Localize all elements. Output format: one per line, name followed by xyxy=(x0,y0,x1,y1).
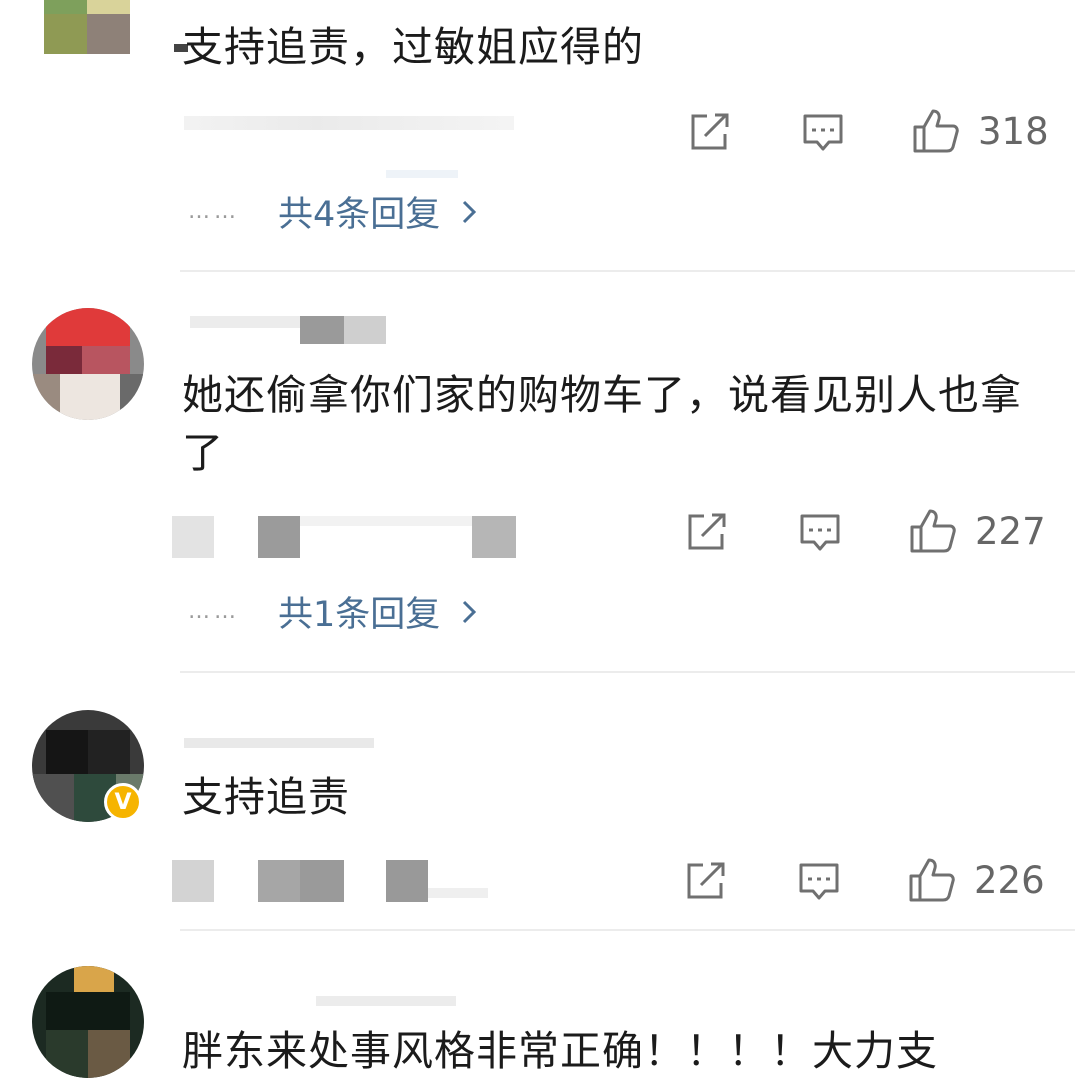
avatar[interactable] xyxy=(32,966,144,1078)
share-icon xyxy=(687,862,725,899)
share-button[interactable] xyxy=(689,112,731,152)
chevron-right-icon xyxy=(463,200,477,223)
replies-dots: …… xyxy=(188,599,240,624)
share-icon xyxy=(688,513,726,550)
view-replies-link[interactable]: 共1条回复 xyxy=(278,586,477,637)
replies-dots: …… xyxy=(188,199,240,224)
divider xyxy=(180,671,1075,673)
comment-text: 她还偷拿你们家的购物车了，说看见别人也拿了 xyxy=(182,371,1022,477)
comment-button[interactable] xyxy=(802,112,844,154)
divider xyxy=(180,929,1075,931)
share-icon xyxy=(691,113,729,150)
redacted-mark xyxy=(386,170,458,178)
replies-row: …… 共4条回复 xyxy=(188,186,477,237)
divider xyxy=(180,270,1075,272)
avatar[interactable] xyxy=(32,308,144,420)
comment-icon xyxy=(799,863,839,900)
thumbs-up-icon xyxy=(910,509,956,553)
like-button[interactable]: 226 xyxy=(908,857,1045,903)
thumbs-up-icon xyxy=(909,858,955,902)
comment-meta xyxy=(184,116,514,130)
comment-button[interactable] xyxy=(798,861,840,903)
comment-button[interactable] xyxy=(799,512,841,554)
replies-row: …… 共1条回复 xyxy=(188,586,477,637)
replies-label: 共1条回复 xyxy=(278,595,441,635)
chevron-right-icon xyxy=(463,600,477,623)
replies-label: 共4条回复 xyxy=(278,195,441,235)
thumbs-up-icon xyxy=(913,109,959,153)
like-button[interactable]: 227 xyxy=(909,508,1046,554)
share-button[interactable] xyxy=(685,861,727,901)
comment-text: 支持追责 xyxy=(182,773,350,821)
like-count: 227 xyxy=(975,509,1046,553)
verified-badge: V xyxy=(104,783,142,821)
avatar[interactable] xyxy=(44,0,130,82)
view-replies-link[interactable]: 共4条回复 xyxy=(278,186,477,237)
comment-text: 支持追责，过敏姐应得的 xyxy=(182,23,644,71)
like-button[interactable]: 318 xyxy=(912,108,1049,154)
like-count: 318 xyxy=(978,109,1049,153)
comment-icon xyxy=(803,114,843,151)
share-button[interactable] xyxy=(686,512,728,552)
comment-icon xyxy=(800,514,840,551)
like-count: 226 xyxy=(974,858,1045,902)
comment-text: 胖东来处事风格非常正确！！！！大力支 xyxy=(182,1027,938,1075)
